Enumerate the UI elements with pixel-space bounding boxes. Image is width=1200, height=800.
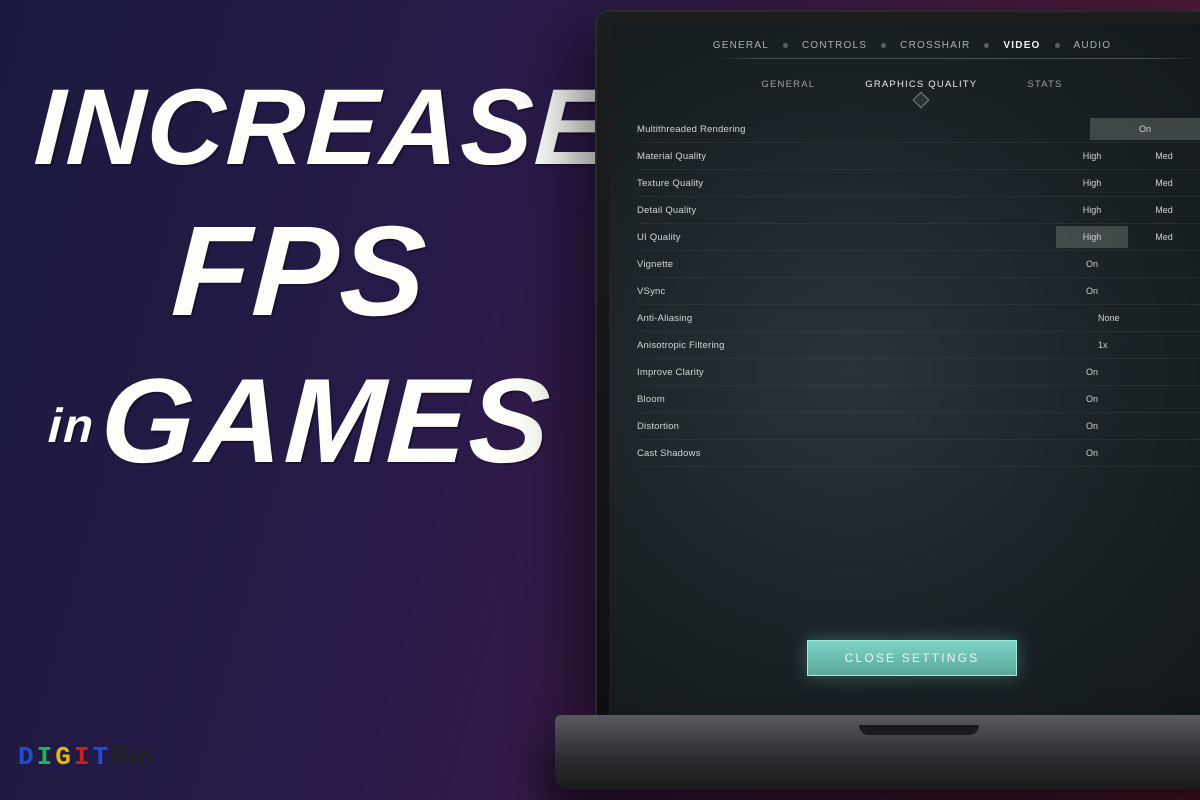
setting-options: On	[1056, 280, 1200, 302]
top-tab-controls[interactable]: CONTROLS	[788, 36, 881, 55]
setting-label: UI Quality	[637, 232, 1056, 243]
setting-option[interactable]	[1128, 361, 1200, 383]
setting-option[interactable]: On	[1090, 118, 1200, 140]
setting-options: On	[1056, 361, 1200, 383]
setting-options: On	[1056, 442, 1200, 464]
setting-label: Anti-Aliasing	[637, 313, 1090, 324]
headline-line2: FPS	[31, 205, 568, 339]
game-settings-screen: GENERAL CONTROLS CROSSHAIR VIDEO AUDIO GENER…	[609, 24, 1200, 720]
top-tab-bar: GENERAL CONTROLS CROSSHAIR VIDEO AUDIO	[609, 24, 1200, 61]
setting-label: Texture Quality	[637, 178, 1056, 189]
sub-tab-bar: GENERAL GRAPHICS QUALITY STATS	[609, 61, 1200, 110]
setting-label: Detail Quality	[637, 205, 1056, 216]
setting-option[interactable]: On	[1056, 388, 1128, 410]
setting-options: On	[1056, 253, 1200, 275]
brand-logo: DIGITBin	[18, 740, 154, 772]
setting-options: HighMed	[1056, 145, 1200, 167]
laptop-screen-frame: GENERAL CONTROLS CROSSHAIR VIDEO AUDIO GENER…	[595, 10, 1200, 720]
setting-options: HighMed	[1056, 172, 1200, 194]
setting-label: Anisotropic Filtering	[637, 340, 1090, 351]
setting-row: Improve ClarityOn	[637, 359, 1200, 386]
setting-option[interactable]	[1128, 442, 1200, 464]
setting-row: Material QualityHighMed	[637, 143, 1200, 170]
setting-label: Vignette	[637, 259, 1056, 270]
setting-option[interactable]: High	[1056, 226, 1128, 248]
setting-option[interactable]: On	[1056, 442, 1128, 464]
setting-option[interactable]: High	[1056, 199, 1128, 221]
setting-label: Distortion	[637, 421, 1056, 432]
setting-option[interactable]: None	[1090, 307, 1200, 329]
setting-options: On	[1056, 415, 1200, 437]
sub-tab-stats[interactable]: STATS	[1027, 79, 1062, 90]
setting-row: Multithreaded RenderingOn	[637, 116, 1200, 143]
setting-row: Anisotropic Filtering1x	[637, 332, 1200, 359]
setting-option[interactable]: On	[1056, 361, 1128, 383]
setting-row: Cast ShadowsOn	[637, 440, 1200, 467]
setting-option[interactable]: High	[1056, 172, 1128, 194]
close-settings-button[interactable]: CLOSE SETTINGS	[807, 640, 1017, 676]
laptop-mockup: GENERAL CONTROLS CROSSHAIR VIDEO AUDIO GENER…	[575, 10, 1200, 790]
setting-option[interactable]: On	[1056, 280, 1128, 302]
setting-row: VignetteOn	[637, 251, 1200, 278]
setting-row: DistortionOn	[637, 413, 1200, 440]
top-tab-general[interactable]: GENERAL	[699, 36, 783, 55]
setting-option[interactable]: Med	[1128, 172, 1200, 194]
setting-option[interactable]: 1x	[1090, 334, 1200, 356]
sub-tab-general[interactable]: GENERAL	[761, 79, 815, 90]
setting-option[interactable]	[1128, 280, 1200, 302]
setting-options: On	[1090, 118, 1200, 140]
setting-options: None	[1090, 307, 1200, 329]
setting-option[interactable]: Med	[1128, 199, 1200, 221]
top-tab-crosshair[interactable]: CROSSHAIR	[886, 36, 984, 55]
setting-label: Bloom	[637, 394, 1056, 405]
settings-list: Multithreaded RenderingOnMaterial Qualit…	[609, 110, 1200, 467]
setting-option[interactable]: On	[1056, 415, 1128, 437]
setting-label: Improve Clarity	[637, 367, 1056, 378]
setting-label: Multithreaded Rendering	[637, 124, 1090, 135]
setting-option[interactable]	[1128, 253, 1200, 275]
setting-row: UI QualityHighMed	[637, 224, 1200, 251]
setting-option[interactable]: High	[1056, 145, 1128, 167]
setting-row: Detail QualityHighMed	[637, 197, 1200, 224]
setting-option[interactable]: Med	[1128, 226, 1200, 248]
top-tab-audio[interactable]: AUDIO	[1060, 36, 1126, 55]
setting-row: VSyncOn	[637, 278, 1200, 305]
setting-options: On	[1056, 388, 1200, 410]
setting-options: 1x	[1090, 334, 1200, 356]
headline-block: INCREASE FPS inGAMES	[35, 70, 565, 484]
setting-label: Cast Shadows	[637, 448, 1056, 459]
setting-row: Texture QualityHighMed	[637, 170, 1200, 197]
headline-in: in	[47, 400, 96, 453]
tab-divider-line	[714, 58, 1200, 59]
headline-line1: INCREASE	[32, 70, 568, 183]
headline-games: GAMES	[98, 354, 555, 488]
sub-tab-graphics-quality[interactable]: GRAPHICS QUALITY	[865, 79, 977, 90]
setting-option[interactable]	[1128, 388, 1200, 410]
laptop-keyboard-base	[555, 715, 1200, 790]
setting-label: VSync	[637, 286, 1056, 297]
setting-option[interactable]: Med	[1128, 145, 1200, 167]
setting-row: BloomOn	[637, 386, 1200, 413]
headline-line3: inGAMES	[32, 358, 569, 484]
setting-row: Anti-AliasingNone	[637, 305, 1200, 332]
setting-label: Material Quality	[637, 151, 1056, 162]
setting-options: HighMed	[1056, 199, 1200, 221]
top-tab-video[interactable]: VIDEO	[989, 36, 1054, 55]
setting-options: HighMed	[1056, 226, 1200, 248]
setting-option[interactable]: On	[1056, 253, 1128, 275]
setting-option[interactable]	[1128, 415, 1200, 437]
